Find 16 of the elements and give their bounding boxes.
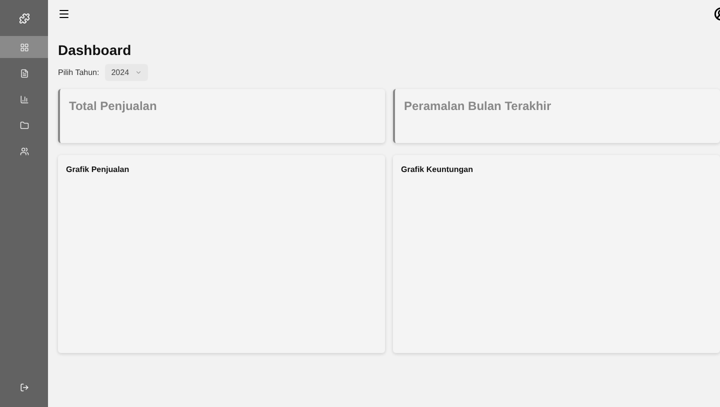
grid-icon xyxy=(20,42,28,52)
year-label: Pilih Tahun: xyxy=(58,68,100,77)
page-title: Dashboard xyxy=(58,42,132,58)
chart-icon xyxy=(20,94,28,104)
users-icon xyxy=(20,146,28,156)
logout-icon[interactable] xyxy=(20,382,28,392)
menu-icon[interactable] xyxy=(58,8,70,20)
card-title: Total Penjualan xyxy=(69,99,158,113)
folder-icon xyxy=(20,120,28,130)
card-title: Peramalan Bulan Terakhir xyxy=(404,99,552,113)
chevron-icon xyxy=(135,69,142,76)
chart-title: Grafik Keuntungan xyxy=(401,165,474,174)
document-icon xyxy=(20,68,28,78)
year-select[interactable]: 2024 xyxy=(105,64,148,81)
chart-title: Grafik Penjualan xyxy=(66,165,130,174)
logo-icon xyxy=(18,12,30,24)
